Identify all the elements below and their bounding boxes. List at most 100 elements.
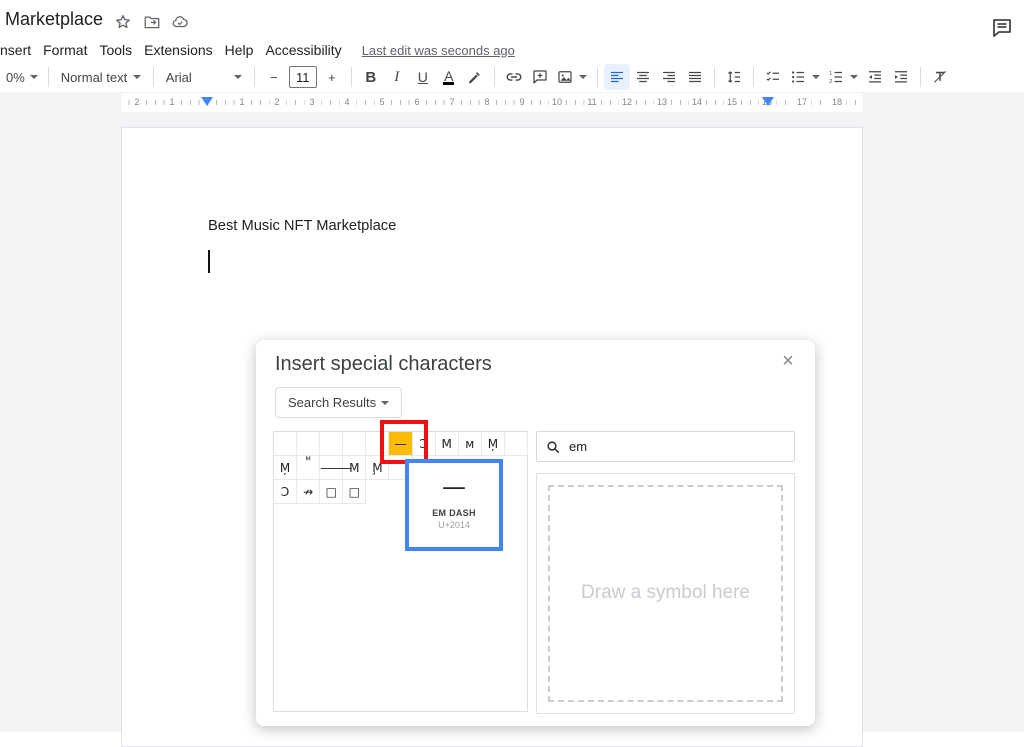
char-cell[interactable]: M̦ [274,456,297,480]
star-icon[interactable] [114,13,132,31]
numbered-list-button[interactable]: 12 [824,64,862,90]
show-comments-icon[interactable] [990,16,1014,40]
ruler-number: 1 [166,96,177,109]
menu-insert[interactable]: nsert [0,40,37,60]
move-folder-icon[interactable] [143,13,161,31]
align-left-button[interactable] [604,64,630,90]
toolbar-separator [597,67,598,87]
italic-icon: I [394,69,399,86]
close-icon[interactable]: × [777,350,799,372]
bulleted-list-button[interactable] [786,64,824,90]
char-cell[interactable] [297,432,320,456]
underline-button[interactable]: U [410,64,436,90]
char-cell[interactable]: M̧ [366,456,389,480]
right-indent-marker[interactable] [762,97,774,106]
bold-button[interactable]: B [358,64,384,90]
char-cell[interactable]: M [436,432,459,456]
last-edit-link[interactable]: Last edit was seconds ago [362,43,515,58]
increase-font-size-button[interactable]: + [319,64,345,90]
preview-glyph: — [409,473,499,501]
preview-character-name: EM DASH [409,508,499,518]
increase-indent-button[interactable] [888,64,914,90]
document-title[interactable]: Marketplace [5,9,103,30]
char-cell[interactable]: M̦ [482,432,505,456]
decrease-font-size-button[interactable]: − [261,64,287,90]
ruler-number: 14 [689,96,705,109]
char-cell[interactable]: ↛ [297,480,320,504]
menu-accessibility[interactable]: Accessibility [259,40,347,60]
char-cell[interactable]: Ɔ [274,480,297,504]
justify-button[interactable] [682,64,708,90]
checklist-button[interactable] [760,64,786,90]
char-cell[interactable]: □ [320,480,343,504]
ruler-band[interactable]: 2 1 1 2 3 4 5 6 7 8 9 10 11 12 13 14 15 … [121,93,863,112]
image-icon [556,68,574,86]
category-dropdown[interactable]: Search Results [275,387,402,418]
highlight-color-button[interactable] [462,64,488,90]
menu-format[interactable]: Format [37,40,93,60]
left-indent-marker[interactable] [201,97,213,106]
increase-indent-icon [892,68,910,86]
text-color-button[interactable]: A [436,64,462,90]
preview-unicode-value: U+2014 [409,520,499,530]
character-search-input[interactable]: em [536,431,795,462]
char-cell[interactable] [505,432,528,456]
line-spacing-button[interactable] [721,64,747,90]
char-cell[interactable]: ——— [320,456,343,480]
bold-icon: B [365,69,376,86]
char-cell[interactable]: ᴹ [297,456,320,480]
decrease-indent-button[interactable] [862,64,888,90]
zoom-value: 0% [6,70,25,85]
cloud-saved-icon[interactable] [171,13,189,31]
chevron-down-icon [579,75,587,79]
text-cursor [208,250,210,273]
char-cell[interactable] [343,432,366,456]
char-cell[interactable]: □ [343,480,366,504]
align-right-button[interactable] [656,64,682,90]
toolbar-separator [753,67,754,87]
insert-link-button[interactable] [501,64,527,90]
font-select[interactable]: Arial [160,64,248,90]
char-cell[interactable] [320,432,343,456]
symbol-draw-area[interactable]: Draw a symbol here [536,473,795,714]
menu-extensions[interactable]: Extensions [138,40,218,60]
chevron-down-icon [850,75,858,79]
clear-formatting-button[interactable] [927,64,953,90]
menu-help[interactable]: Help [219,40,260,60]
char-cell[interactable]: м [459,432,482,456]
ruler: 2 1 1 2 3 4 5 6 7 8 9 10 11 12 13 14 15 … [0,92,1024,114]
italic-button[interactable]: I [384,64,410,90]
align-center-icon [634,68,652,86]
toolbar-separator [351,67,352,87]
menubar: nsert Format Tools Extensions Help Acces… [0,38,515,62]
category-label: Search Results [288,395,376,410]
underline-icon: U [418,69,428,85]
draw-area-placeholder: Draw a symbol here [537,582,794,604]
zoom-select[interactable]: 0% [2,64,42,90]
search-query-text: em [569,439,587,454]
ruler-number: 3 [306,96,317,109]
char-cell[interactable] [274,432,297,456]
add-comment-button[interactable] [527,64,553,90]
menu-tools[interactable]: Tools [93,40,138,60]
font-size-input[interactable]: 11 [289,66,317,88]
char-cell-selected-em-dash[interactable]: — [389,432,412,456]
svg-text:2: 2 [830,79,833,85]
chevron-down-icon [812,75,820,79]
svg-text:1: 1 [830,71,833,77]
numbered-list-icon: 12 [827,68,845,86]
char-cell[interactable]: Ɔ [413,432,436,456]
bulleted-list-icon [789,68,807,86]
align-center-button[interactable] [630,64,656,90]
ruler-number: 9 [516,96,527,109]
ruler-number: 17 [794,96,810,109]
paragraph-style-value: Normal text [61,70,127,85]
chevron-down-icon [133,75,141,79]
align-left-icon [608,68,626,86]
char-cell[interactable] [366,432,389,456]
paragraph-style-select[interactable]: Normal text [55,64,147,90]
insert-image-button[interactable] [553,64,591,90]
highlighter-icon [466,69,483,86]
justify-icon [686,68,704,86]
ruler-number: 1 [236,96,247,109]
